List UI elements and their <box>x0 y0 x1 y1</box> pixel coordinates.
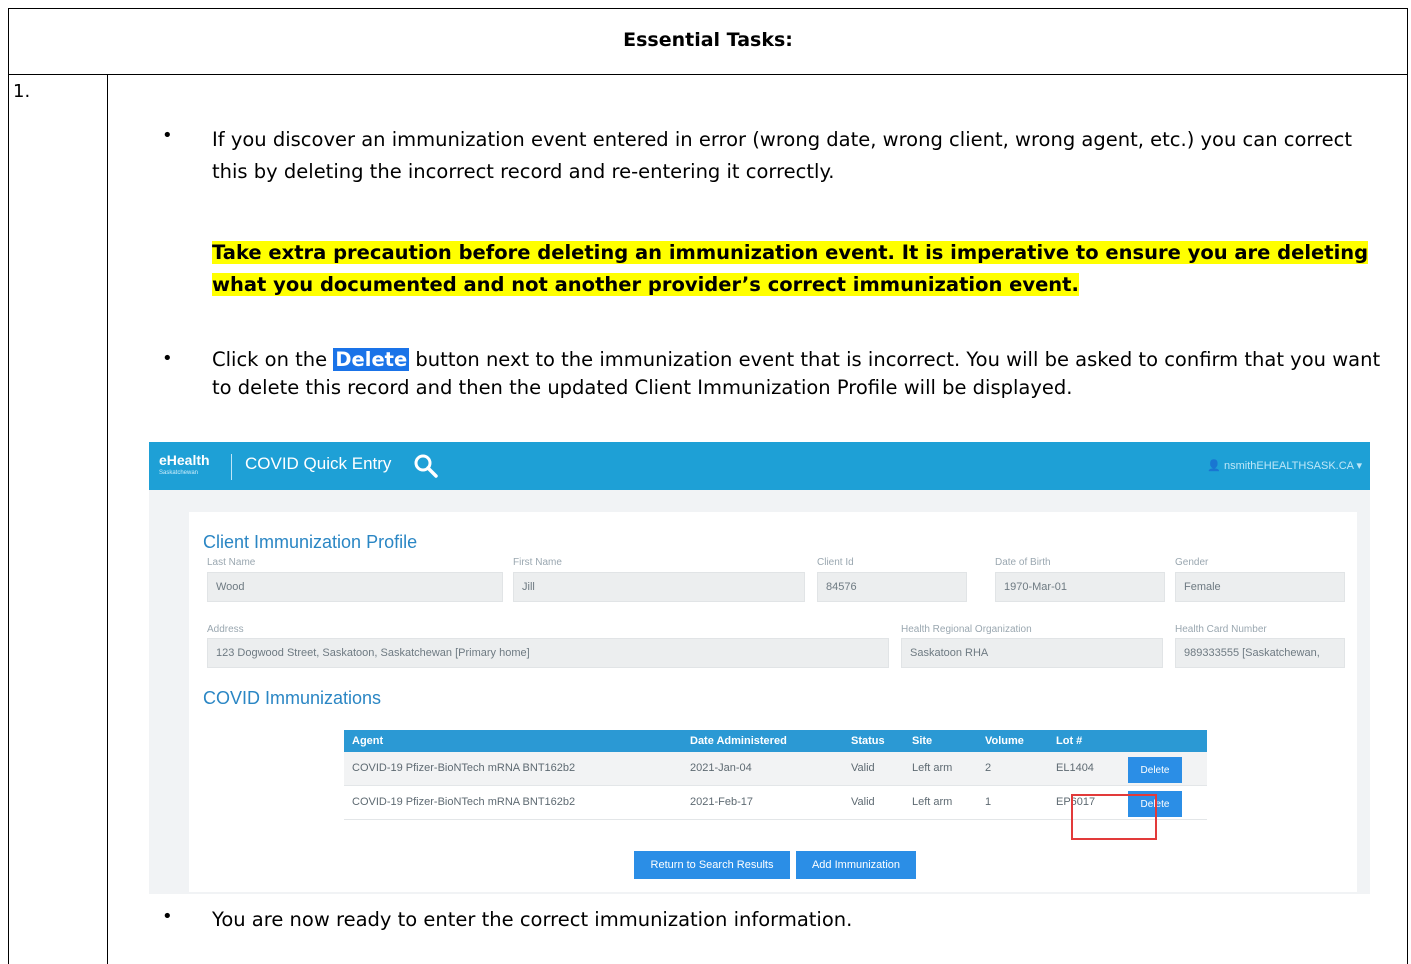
table-header: Agent Date Administered Status Site Volu… <box>344 730 1207 752</box>
site-cell: Left arm <box>912 796 953 808</box>
column-header: Date Administered <box>690 735 787 747</box>
user-menu[interactable]: 👤 nsmithEHEALTHSASK.CA ▾ <box>1207 459 1362 472</box>
hro-label: Health Regional Organization <box>901 624 1032 635</box>
client-id-field[interactable]: 84576 <box>817 572 967 602</box>
ehealth-logo: eHealth <box>159 452 210 468</box>
column-header: Lot # <box>1056 735 1083 747</box>
app-bar: eHealth Saskatchewan COVID Quick Entry 👤… <box>149 442 1370 490</box>
volume-cell: 1 <box>985 796 992 808</box>
client-id-label: Client Id <box>817 557 854 568</box>
table-title: Essential Tasks: <box>623 29 793 51</box>
logo-divider <box>231 454 232 480</box>
dob-label: Date of Birth <box>995 557 1051 568</box>
instruction-ready: You are now ready to enter the correct i… <box>212 908 853 931</box>
column-header: Site <box>912 735 933 747</box>
app-title: COVID Quick Entry <box>245 454 392 473</box>
date-cell: 2021-Feb-17 <box>690 796 753 808</box>
last-name-label: Last Name <box>207 557 256 568</box>
bullet-2-marker: • <box>162 348 173 369</box>
status-cell: Valid <box>851 796 875 808</box>
column-divider <box>107 75 108 964</box>
warning-paragraph: Take extra precaution before deleting an… <box>212 237 1392 301</box>
column-header: Volume <box>985 735 1024 747</box>
site-cell: Left arm <box>912 762 953 774</box>
table-header-row: Essential Tasks: <box>9 9 1407 75</box>
agent-cell: COVID-19 Pfizer-BioNTech mRNA BNT162b2 <box>352 796 576 808</box>
delete-button[interactable]: Delete <box>1128 757 1182 783</box>
column-header: Agent <box>352 735 384 747</box>
instruction-delete-error: If you discover an immunization event en… <box>212 128 1353 183</box>
search-icon[interactable] <box>413 453 439 479</box>
add-immunization-button[interactable]: Add Immunization <box>796 851 916 879</box>
profile-title: Client Immunization Profile <box>203 532 418 552</box>
dob-field[interactable]: 1970-Mar-01 <box>995 572 1165 602</box>
table-row: COVID-19 Pfizer-BioNTech mRNA BNT162b2 2… <box>344 752 1207 786</box>
first-name-label: First Name <box>513 557 562 568</box>
embedded-screenshot: eHealth Saskatchewan COVID Quick Entry 👤… <box>149 442 1370 894</box>
hro-field[interactable]: Saskatoon RHA <box>901 638 1163 668</box>
gender-field[interactable]: Female <box>1175 572 1345 602</box>
address-label: Address <box>207 624 244 635</box>
column-header: Status <box>851 735 885 747</box>
lot-cell: EL1404 <box>1056 762 1094 774</box>
status-cell: Valid <box>851 762 875 774</box>
instruction-text-a: Click on the <box>212 348 334 371</box>
logo-subtitle: Saskatchewan <box>159 470 199 476</box>
immunizations-title: COVID Immunizations <box>203 688 382 708</box>
step-number: 1. <box>13 81 31 102</box>
delete-keyword: Delete <box>333 348 410 371</box>
warning-highlight: Take extra precaution before deleting an… <box>212 241 1369 296</box>
address-field[interactable]: 123 Dogwood Street, Saskatoon, Saskatche… <box>207 638 889 668</box>
return-to-search-button[interactable]: Return to Search Results <box>634 851 790 879</box>
instruction-click-delete: Click on the Delete button next to the i… <box>212 346 1392 402</box>
gender-label: Gender <box>1175 557 1209 568</box>
date-cell: 2021-Jan-04 <box>690 762 752 774</box>
volume-cell: 2 <box>985 762 992 774</box>
bullet-1-marker: • <box>162 125 173 146</box>
agent-cell: COVID-19 Pfizer-BioNTech mRNA BNT162b2 <box>352 762 576 774</box>
hcn-label: Health Card Number <box>1175 624 1267 635</box>
profile-panel: Client Immunization Profile Last Name Wo… <box>189 512 1357 892</box>
last-name-field[interactable]: Wood <box>207 572 503 602</box>
first-name-field[interactable]: Jill <box>513 572 805 602</box>
hcn-field[interactable]: 989333555 [Saskatchewan, <box>1175 638 1345 668</box>
bullet-3-marker: • <box>162 906 173 927</box>
delete-highlight-box <box>1071 794 1157 840</box>
